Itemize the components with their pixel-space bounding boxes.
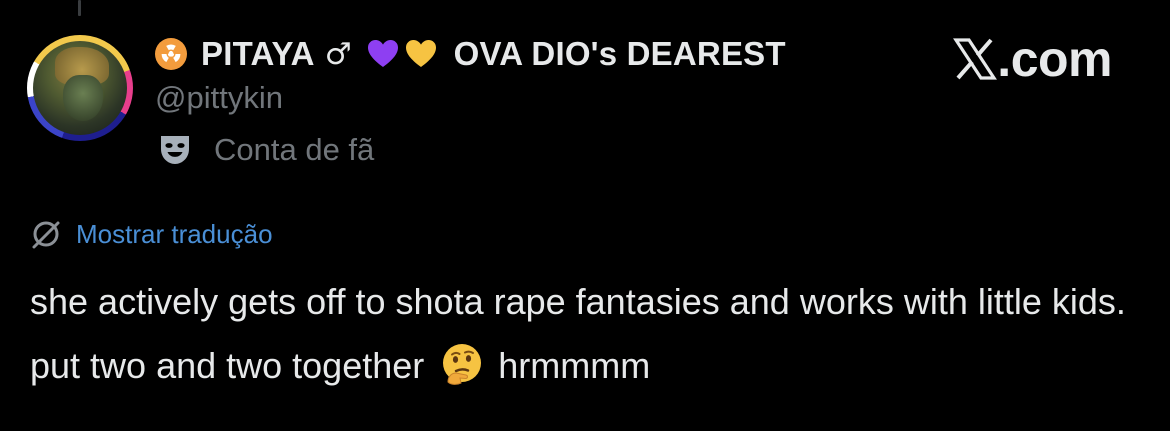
male-sign-icon: ♂	[324, 36, 352, 72]
thinking-face-icon	[443, 344, 482, 385]
author-handle[interactable]: @pittykin	[155, 80, 283, 116]
fan-account-label-row: Conta de fã	[158, 132, 374, 168]
purple-heart-icon	[366, 37, 400, 71]
tweet-text: she actively gets off to shota rape fant…	[30, 270, 1140, 398]
x-logo-icon	[953, 38, 998, 80]
translate-globe-icon	[32, 221, 60, 249]
translate-row[interactable]: Mostrar tradução	[30, 218, 273, 250]
display-name[interactable]: PITAYA	[201, 35, 315, 73]
display-name-suffix[interactable]: OVA DIO's DEAREST	[454, 35, 786, 73]
thread-connector-line	[78, 0, 81, 16]
watermark-domain: .com	[997, 31, 1112, 87]
avatar-image	[33, 41, 127, 135]
author-name-row[interactable]: PITAYA ♂ OVA DIO's DEAREST	[155, 34, 786, 74]
avatar[interactable]	[27, 35, 133, 141]
show-translation-link[interactable]: Mostrar tradução	[76, 219, 273, 250]
radioactive-icon	[155, 38, 187, 70]
yellow-heart-icon	[404, 37, 438, 71]
x-com-watermark: .com	[953, 30, 1112, 88]
tweet-text-ending: hrmmmm	[498, 345, 651, 386]
avatar-eyes	[69, 93, 99, 98]
fan-account-label: Conta de fã	[214, 132, 375, 167]
theater-mask-icon	[161, 136, 189, 164]
